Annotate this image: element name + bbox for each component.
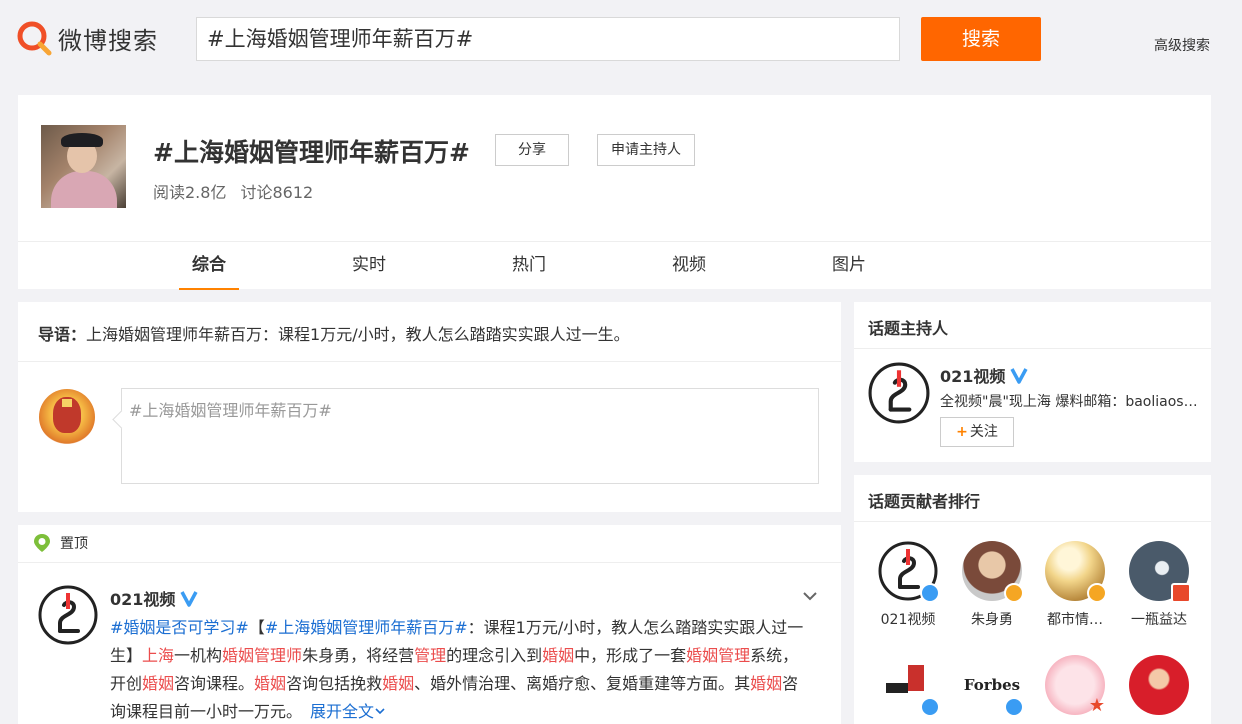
tab-comprehensive[interactable]: 综合 <box>179 242 239 290</box>
topic-contributors-panel: 话题贡献者排行 021视频 朱身勇 都市情… 一瓶益达 Forbes ★ <box>854 475 1211 724</box>
pinned-icon <box>34 534 50 552</box>
tab-hot[interactable]: 热门 <box>499 242 559 290</box>
compose-textarea[interactable]: #上海婚姻管理师年薪百万# <box>121 388 819 484</box>
share-button[interactable]: 分享 <box>495 134 569 166</box>
text-seg: 【 <box>248 618 265 637</box>
verified-badge-icon <box>1087 583 1107 603</box>
search-input[interactable]: #上海婚姻管理师年薪百万# <box>196 17 900 61</box>
tab-pictures[interactable]: 图片 <box>819 242 879 290</box>
contributor-item[interactable]: 021视频 <box>868 541 948 629</box>
keyword: 婚姻管理师 <box>222 646 303 665</box>
text-seg: 、婚外情治理、离婚疗愈、复婚重建等方面。其 <box>414 674 751 693</box>
pinned-post-card: 置顶 021视频 #婚姻是否可学习#【#上海婚姻管理师年薪百万#：课程1万元/小… <box>18 525 841 724</box>
keyword: 婚姻 <box>750 674 783 693</box>
follow-label: 关注 <box>969 424 998 440</box>
contributor-item[interactable]: Forbes <box>952 655 1032 723</box>
text-seg: 咨询包括挽救 <box>286 674 383 693</box>
host-name-text: 021视频 <box>940 367 1006 386</box>
contributor-avatar <box>962 541 1024 603</box>
host-name[interactable]: 021视频 <box>940 363 1028 387</box>
contributor-item[interactable] <box>1119 655 1199 723</box>
verified-badge-icon <box>920 697 940 717</box>
topic-title: #上海婚姻管理师年薪百万# <box>153 138 470 167</box>
current-user-avatar[interactable] <box>39 389 95 445</box>
plus-icon: + <box>956 424 968 440</box>
pinned-row: 置顶 <box>32 533 88 553</box>
contributor-name: 都市情… <box>1047 612 1103 628</box>
text-seg: 中，形成了一套 <box>574 646 687 665</box>
verified-v-icon <box>1010 368 1028 384</box>
text-seg: 咨询课程。 <box>174 674 255 693</box>
chevron-down-icon[interactable] <box>801 587 819 605</box>
verified-v-icon <box>180 591 198 607</box>
contributor-item[interactable]: ★ <box>1035 655 1115 723</box>
contributor-avatar <box>1045 541 1107 603</box>
tab-realtime[interactable]: 实时 <box>339 242 399 290</box>
intro-card: 导语：上海婚姻管理师年薪百万：课程1万元/小时，教人怎么踏踏实实跟人过一生。 #… <box>18 302 841 512</box>
text-seg: 朱身勇，将经营 <box>302 646 415 665</box>
keyword: 婚姻 <box>254 674 287 693</box>
hashtag-link[interactable]: #上海婚姻管理师年薪百万# <box>265 618 468 637</box>
topic-host-panel: 话题主持人 021视频 全视频"晨"现上海 爆料邮箱：baoliaoshipin… <box>854 302 1211 462</box>
host-panel-title: 话题主持人 <box>868 319 949 338</box>
keyword: 婚姻 <box>142 674 175 693</box>
weibo-search-logo-icon <box>17 21 52 56</box>
topic-stats: 阅读2.8亿 讨论8612 <box>153 179 327 203</box>
contributor-item[interactable]: 一瓶益达 <box>1119 541 1199 629</box>
contributor-item[interactable]: 朱身勇 <box>952 541 1032 629</box>
intro-text: 导语：上海婚姻管理师年薪百万：课程1万元/小时，教人怎么踏踏实实跟人过一生。 <box>38 321 630 345</box>
verified-badge-icon <box>1004 583 1024 603</box>
host-description: 全视频"晨"现上海 爆料邮箱：baoliaoshipin@021.com <box>940 394 1202 410</box>
keyword: 上海 <box>142 646 175 665</box>
topic-avatar <box>41 125 126 208</box>
keyword: 管理 <box>414 646 447 665</box>
apply-host-button[interactable]: 申请主持人 <box>597 134 695 166</box>
pinned-label: 置顶 <box>60 536 88 552</box>
discussion-count: 讨论8612 <box>240 183 314 202</box>
follow-button[interactable]: + 关注 <box>940 417 1014 447</box>
contributor-avatar <box>878 655 940 717</box>
keyword: 婚姻 <box>382 674 415 693</box>
expand-full-text-link[interactable]: 展开全文 <box>310 702 374 721</box>
topic-tabs: 综合 实时 热门 视频 图片 <box>18 241 1211 290</box>
contributor-item[interactable] <box>868 655 948 723</box>
expand-chevron-icon <box>375 708 385 715</box>
intro-body: 上海婚姻管理师年薪百万：课程1万元/小时，教人怎么踏踏实实跟人过一生。 <box>86 325 630 344</box>
contributor-name: 朱身勇 <box>971 612 1013 628</box>
search-button[interactable]: 搜索 <box>921 17 1041 61</box>
read-count: 阅读2.8亿 <box>153 183 227 202</box>
vip-badge-icon <box>1171 583 1191 603</box>
topic-header-card: #上海婚姻管理师年薪百万# 分享 申请主持人 阅读2.8亿 讨论8612 综合 实… <box>18 95 1211 290</box>
forbes-logo-text: Forbes <box>963 676 1021 694</box>
contributor-name: 021视频 <box>880 612 936 628</box>
contributor-item[interactable]: 都市情… <box>1035 541 1115 629</box>
contributor-avatar: ★ <box>1045 655 1105 715</box>
contributor-avatar: Forbes <box>962 655 1024 717</box>
author-name[interactable]: 021视频 <box>110 586 198 610</box>
contributors-title: 话题贡献者排行 <box>868 492 981 511</box>
contributor-avatar <box>1129 541 1191 603</box>
contributor-name: 一瓶益达 <box>1131 612 1187 628</box>
keyword: 婚姻管理 <box>686 646 751 665</box>
keyword: 婚姻 <box>542 646 575 665</box>
contributor-avatar <box>1129 655 1189 715</box>
post-text: #婚姻是否可学习#【#上海婚姻管理师年薪百万#：课程1万元/小时，教人怎么踏踏实… <box>110 614 810 724</box>
weibo-search-logo[interactable]: 微博搜索 <box>16 20 158 56</box>
author-avatar[interactable] <box>38 585 98 645</box>
hashtag-link[interactable]: #婚姻是否可学习# <box>110 618 249 637</box>
star-badge-icon: ★ <box>1088 695 1106 716</box>
logo-text: 微博搜索 <box>58 26 158 55</box>
text-seg: 一机构 <box>174 646 223 665</box>
host-avatar[interactable] <box>868 362 930 424</box>
advanced-search-link[interactable]: 高级搜索 <box>1154 35 1210 55</box>
author-name-text: 021视频 <box>110 590 176 609</box>
contributor-avatar <box>878 541 940 603</box>
text-seg: 的理念引入到 <box>446 646 543 665</box>
verified-badge-icon <box>920 583 940 603</box>
intro-label: 导语： <box>38 325 87 344</box>
verified-badge-icon <box>1004 697 1024 717</box>
tab-video[interactable]: 视频 <box>659 242 719 290</box>
